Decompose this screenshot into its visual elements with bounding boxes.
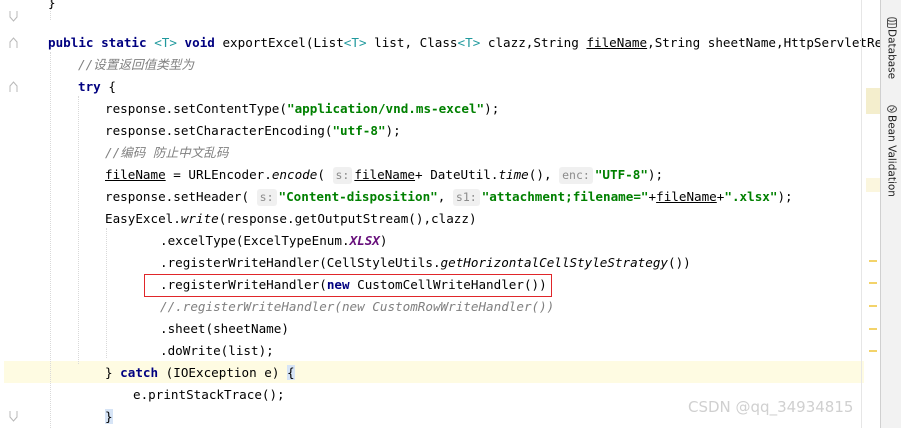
bean-validation-icon [886, 100, 898, 113]
tool-window-label: Bean Validation [885, 115, 898, 197]
right-margin-guide [861, 0, 862, 428]
code-line[interactable]: } catch (IOException e) { [105, 362, 295, 384]
tool-window-tab-database[interactable]: Database [881, 14, 901, 79]
param-hint: enc: [559, 167, 593, 184]
code-line[interactable]: response.setCharacterEncoding("utf-8"); [105, 120, 401, 142]
param-hint: s: [332, 167, 353, 184]
highlight-annotation-box [144, 274, 552, 297]
code-comment[interactable]: //编码 防止中文乱码 [105, 142, 229, 164]
code-line[interactable]: .excelType(ExcelTypeEnum.XLSX) [160, 230, 388, 252]
code-line[interactable]: .sheet(sheetName) [160, 318, 289, 340]
tool-window-tab-bean-validation[interactable]: Bean Validation [881, 100, 901, 197]
code-comment[interactable]: //设置返回值类型为 [78, 54, 194, 76]
database-icon [886, 14, 898, 29]
code-line[interactable]: e.printStackTrace(); [133, 384, 285, 406]
code-comment[interactable]: //.registerWriteHandler(new CustomRowWri… [160, 296, 554, 318]
code-line[interactable]: response.setContentType("application/vnd… [105, 98, 499, 120]
scroll-marker[interactable] [869, 328, 877, 330]
scroll-marker[interactable] [869, 282, 877, 284]
param-hint: s: [256, 189, 277, 206]
scroll-marker[interactable] [869, 260, 877, 262]
code-line[interactable]: .doWrite(list); [160, 340, 274, 362]
right-tool-window-bar: Database Bean Validation [880, 0, 901, 428]
editor-scroll-markers[interactable] [866, 0, 880, 428]
watermark-text: CSDN @qq_34934815 [688, 398, 854, 416]
code-line[interactable]: try { [78, 76, 116, 98]
tool-window-label: Database [885, 29, 898, 80]
code-line[interactable]: } [48, 0, 56, 14]
code-line[interactable]: response.setHeader( s: "Content-dispositi… [105, 186, 793, 208]
scroll-marker[interactable] [869, 305, 877, 307]
scroll-marker[interactable] [869, 350, 877, 352]
scroll-marker[interactable] [866, 178, 880, 192]
param-hint: s1: [452, 189, 480, 206]
code-line[interactable]: fileName = URLEncoder.encode( s: fileName… [105, 164, 663, 186]
code-line[interactable]: EasyExcel.write(response.getOutputStream… [105, 208, 477, 230]
scroll-marker[interactable] [866, 88, 880, 114]
code-line[interactable]: public static <T> void exportExcel(List<… [48, 32, 880, 54]
code-line[interactable]: .registerWriteHandler(CellStyleUtils.get… [160, 252, 691, 274]
code-line[interactable]: } [105, 406, 113, 428]
code-editor[interactable]: } public static <T> void exportExcel(Lis… [0, 0, 880, 428]
